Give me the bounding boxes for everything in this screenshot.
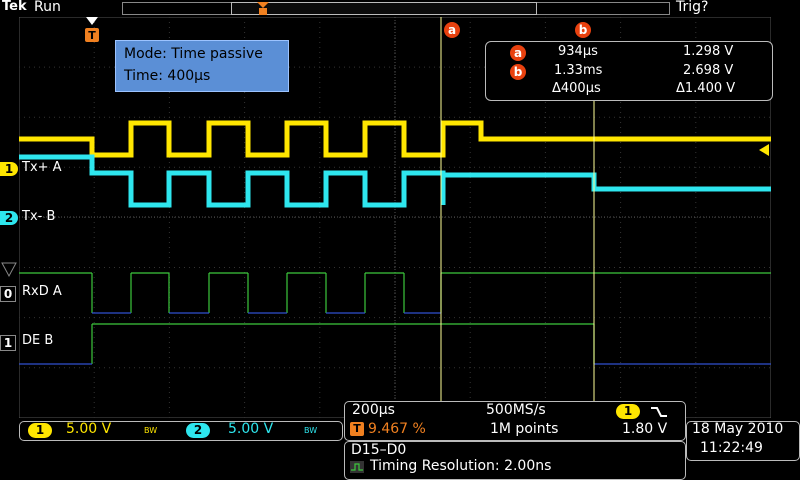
cursor-mode-box: Mode: Time passive Time: 400µs (115, 40, 289, 92)
record-trigger-icon (257, 2, 269, 15)
ch1-label: Tx+ A (22, 160, 62, 175)
ch2-bw-limit: BW (304, 426, 318, 435)
cursor-a-badge[interactable]: a (444, 22, 460, 38)
ch1-marker[interactable]: 1 (0, 162, 18, 176)
record-view-window[interactable] (231, 2, 537, 15)
trigger-status: Trig? (676, 0, 709, 15)
trigger-source-badge[interactable]: 1 (616, 404, 640, 419)
cursor-readout: a 934µs 1.298 V b 1.33ms 2.698 V Δ400µs … (485, 41, 773, 101)
ch1-scale[interactable]: 5.00 V (66, 421, 111, 437)
ch1-scale-badge[interactable]: 1 (28, 423, 52, 438)
trigger-pos-icon: T (350, 422, 364, 436)
ch2-scale[interactable]: 5.00 V (228, 421, 273, 437)
trigger-level[interactable]: 1.80 V (622, 421, 667, 437)
de-label: DE B (22, 333, 54, 348)
ch2-marker[interactable]: 2 (0, 211, 18, 225)
rxd-label: RxD A (22, 284, 62, 299)
record-length[interactable]: 1M points (490, 421, 558, 437)
cursor-b-badge[interactable]: b (575, 22, 591, 38)
cursor-b-time: 1.33ms (554, 63, 603, 78)
mode-line: Mode: Time passive (124, 46, 263, 62)
time-line: Time: 400µs (124, 68, 211, 84)
trigger-position[interactable]: 9.467 % (368, 421, 426, 437)
ch1-bw-limit: BW (144, 426, 158, 435)
d1-marker[interactable]: 1 (0, 335, 16, 351)
timing-resolution: Timing Resolution: 2.00ns (370, 458, 552, 474)
acquisition-state[interactable]: Run (34, 0, 61, 15)
cursor-b-value: 2.698 V (683, 63, 734, 78)
readout-a-badge: a (510, 45, 526, 61)
digital-channels: D15–D0 (351, 442, 407, 458)
readout-b-badge: b (510, 64, 526, 80)
ch2-scale-badge[interactable]: 2 (186, 423, 210, 438)
brand-logo: Tek (2, 0, 27, 14)
svg-text:T: T (88, 29, 96, 42)
cursor-a-value: 1.298 V (683, 44, 734, 59)
cursor-a-time: 934µs (558, 44, 598, 59)
trigger-position-icon[interactable]: T (84, 17, 100, 45)
timing-icon (350, 461, 364, 473)
time: 11:22:49 (700, 440, 763, 456)
horizontal-scale[interactable]: 200µs (352, 402, 395, 418)
digital-group-icon (1, 262, 17, 278)
trigger-level-icon[interactable] (759, 144, 771, 156)
falling-edge-icon (651, 407, 667, 417)
ch2-label: Tx- B (22, 209, 56, 224)
d0-marker[interactable]: 0 (0, 286, 16, 302)
sample-rate: 500MS/s (486, 402, 546, 418)
delta-value: Δ1.400 V (676, 81, 736, 96)
date: 18 May 2010 (692, 421, 784, 437)
delta-time: Δ400µs (552, 81, 601, 96)
